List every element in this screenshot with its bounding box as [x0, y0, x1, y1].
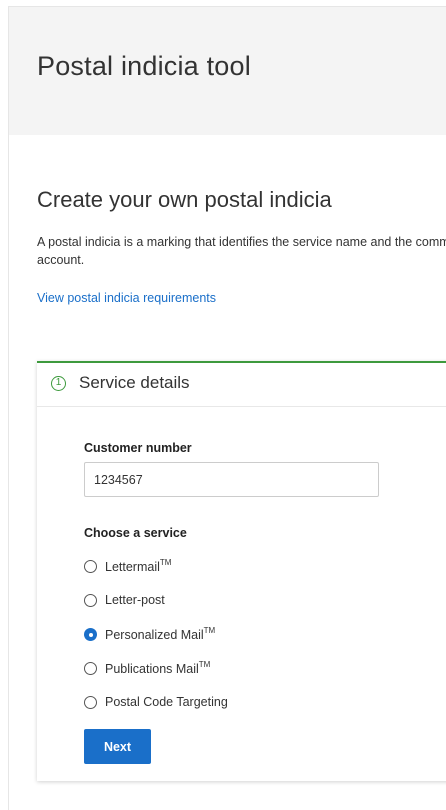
step-number-badge: 1 — [51, 376, 66, 391]
trademark-mark: TM — [198, 660, 211, 669]
trademark-mark: TM — [203, 626, 216, 635]
app-title: Postal indicia tool — [37, 51, 251, 81]
choose-service-label: Choose a service — [84, 526, 187, 540]
radio-button[interactable] — [84, 696, 97, 709]
service-option-label: Publications MailTM — [105, 660, 211, 677]
page-header: Postal indicia tool — [9, 7, 446, 135]
radio-button[interactable] — [84, 560, 97, 573]
radio-button-selected[interactable] — [84, 628, 97, 641]
radio-button[interactable] — [84, 594, 97, 607]
next-button[interactable]: Next — [84, 729, 151, 764]
service-option-label: Personalized MailTM — [105, 626, 216, 643]
intro-text: A postal indicia is a marking that ident… — [37, 235, 446, 267]
service-option-label: Postal Code Targeting — [105, 695, 228, 709]
card-title: Service details — [79, 373, 190, 392]
trademark-mark: TM — [159, 558, 172, 567]
service-option-label: LettermailTM — [105, 558, 172, 575]
page-frame: Postal indicia tool Create your own post… — [8, 6, 446, 810]
card-header: 1 Service details — [37, 363, 446, 407]
service-details-card: 1 Service details Customer number Choose… — [37, 361, 446, 781]
service-option-label: Letter-post — [105, 593, 165, 607]
radio-button[interactable] — [84, 662, 97, 675]
requirements-link[interactable]: View postal indicia requirements — [37, 291, 216, 305]
page-heading: Create your own postal indicia — [37, 187, 332, 212]
customer-number-input[interactable] — [84, 462, 379, 497]
customer-number-label: Customer number — [84, 441, 192, 455]
